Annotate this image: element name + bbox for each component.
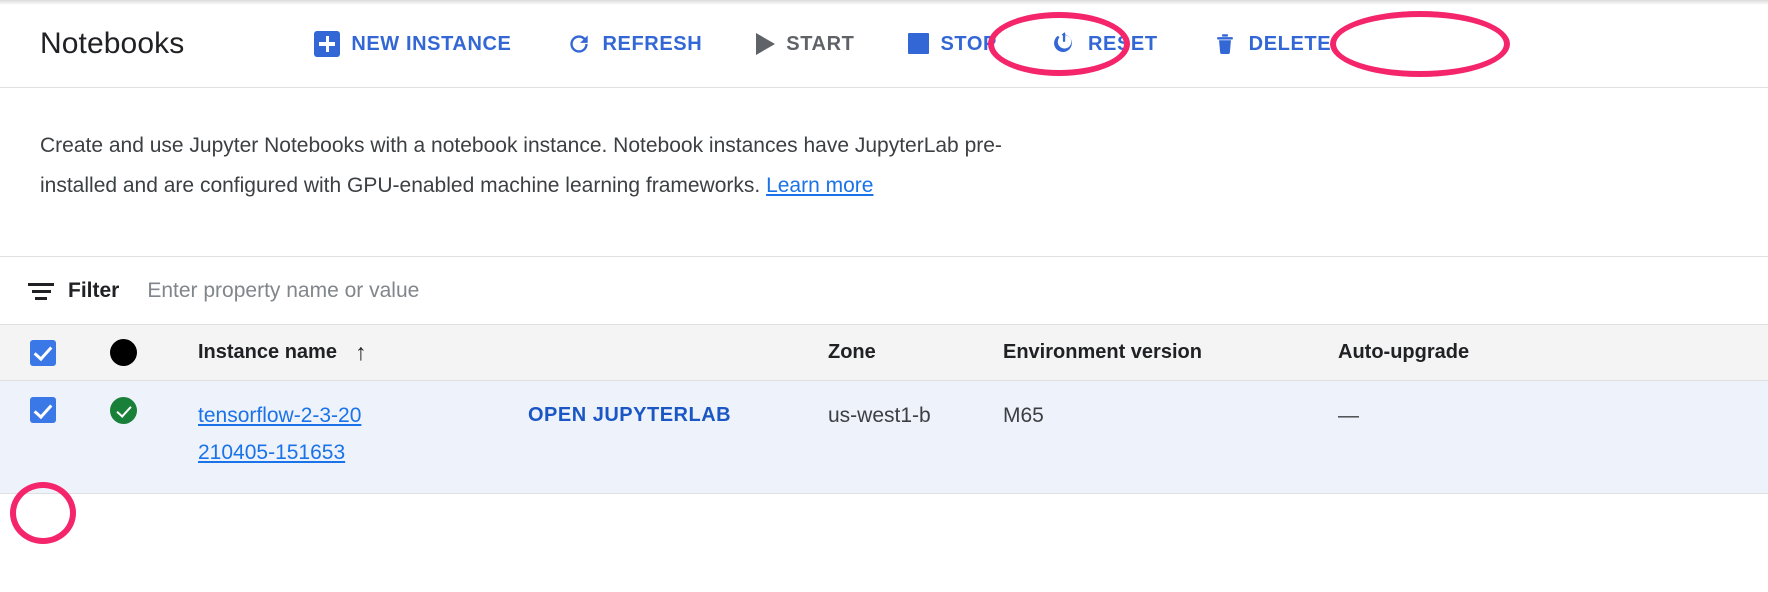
environment-version-header[interactable]: Environment version [1003, 341, 1338, 364]
row-checkbox[interactable] [30, 397, 56, 423]
auto-upgrade-value: — [1338, 404, 1359, 427]
table-header-row: Instance name ↑ Zone Environment version… [0, 325, 1768, 381]
instances-table: Instance name ↑ Zone Environment version… [0, 325, 1768, 494]
instance-name-link[interactable]: tensorflow-2-3-20210405-151653 [198, 404, 361, 464]
stop-label: STOP [940, 32, 997, 55]
description-block: Create and use Jupyter Notebooks with a … [0, 88, 1060, 206]
sort-ascending-arrow-icon: ↑ [354, 339, 367, 365]
select-all-checkbox[interactable] [30, 339, 56, 366]
select-all-cell [0, 339, 86, 366]
row-select-cell [0, 397, 86, 423]
trash-icon [1212, 31, 1238, 57]
page-title: Notebooks [40, 26, 185, 60]
new-instance-label: NEW INSTANCE [351, 32, 512, 55]
instance-name-header-label: Instance name [198, 341, 337, 363]
stop-button[interactable]: STOP [894, 25, 1011, 62]
instance-name-header[interactable]: Instance name ↑ [198, 341, 528, 364]
delete-label: DELETE [1248, 32, 1332, 55]
stop-square-icon [908, 33, 930, 54]
reset-label: RESET [1087, 32, 1158, 55]
row-zone-cell: us-west1-b [828, 397, 1003, 434]
play-icon [756, 32, 776, 55]
zone-header-label: Zone [828, 341, 876, 363]
plus-box-icon [314, 30, 341, 57]
filter-icon[interactable] [28, 281, 54, 301]
row-status-cell [86, 397, 198, 424]
auto-upgrade-header-label: Auto-upgrade [1338, 341, 1470, 363]
green-check-circle-icon [110, 397, 137, 424]
zone-value: us-west1-b [828, 404, 931, 427]
start-button[interactable]: START [742, 25, 868, 63]
status-header-cell [86, 339, 198, 366]
environment-version-header-label: Environment version [1003, 341, 1202, 363]
row-instance-name-cell: tensorflow-2-3-20210405-151653 [198, 397, 528, 471]
refresh-icon [566, 31, 592, 57]
start-label: START [786, 32, 855, 55]
filled-circle-icon [110, 339, 137, 366]
new-instance-button[interactable]: NEW INSTANCE [300, 23, 525, 65]
refresh-label: REFRESH [602, 32, 703, 55]
table-row[interactable]: tensorflow-2-3-20210405-151653 OPEN JUPY… [0, 381, 1768, 494]
delete-button[interactable]: DELETE [1198, 23, 1346, 65]
row-open-cell: OPEN JUPYTERLAB [528, 397, 828, 434]
auto-upgrade-header[interactable]: Auto-upgrade [1338, 341, 1768, 364]
app-header: Notebooks NEW INSTANCE REFRESH START STO… [0, 0, 1768, 88]
open-jupyterlab-link[interactable]: OPEN JUPYTERLAB [528, 404, 731, 426]
learn-more-link[interactable]: Learn more [766, 174, 873, 197]
zone-header[interactable]: Zone [828, 341, 1003, 364]
filter-bar: Filter [0, 257, 1768, 325]
power-reset-icon [1051, 31, 1077, 57]
refresh-button[interactable]: REFRESH [552, 23, 717, 65]
filter-input[interactable] [147, 278, 788, 303]
reset-button[interactable]: RESET [1037, 23, 1172, 65]
action-toolbar: NEW INSTANCE REFRESH START STOP RESET DE… [300, 23, 1371, 65]
filter-label: Filter [68, 278, 120, 302]
environment-version-value: M65 [1003, 404, 1044, 427]
